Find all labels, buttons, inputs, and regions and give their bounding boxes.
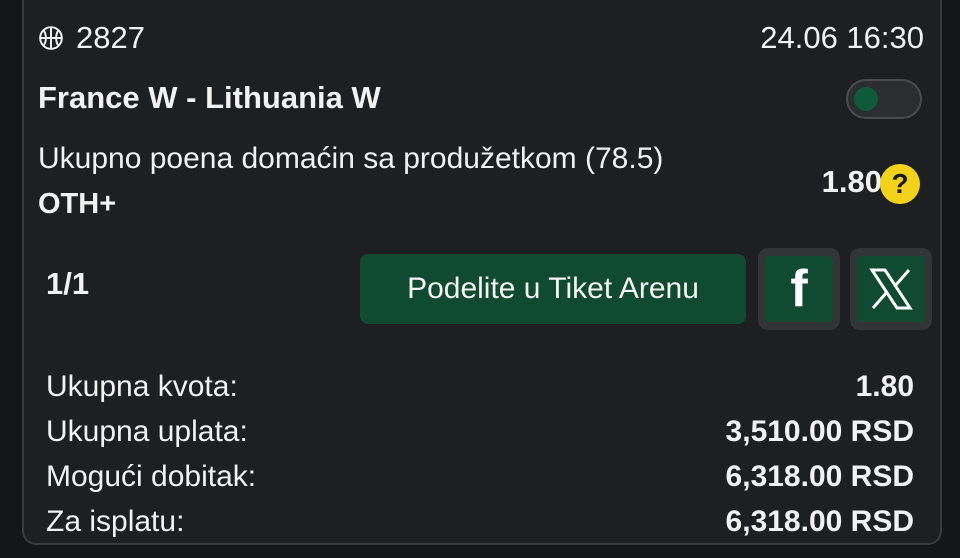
summary-row: Ukupna uplata: 3,510.00 RSD (46, 409, 914, 454)
summary-row: Za isplatu: 6,318.00 RSD (46, 499, 914, 544)
toggle-knob (854, 87, 878, 111)
summary-row: Ukupna kvota: 1.80 (46, 364, 914, 409)
summary-value: 1.80 (855, 370, 914, 403)
summary-value: 6,318.00 RSD (725, 460, 914, 493)
facebook-icon-tile: f (765, 256, 833, 322)
x-share-button[interactable] (850, 248, 932, 330)
summary-label: Za isplatu: (46, 505, 185, 538)
x-logo-icon (869, 268, 913, 310)
summary-value: 6,318.00 RSD (725, 505, 914, 538)
event-id: 2827 (76, 20, 145, 55)
summary-label: Mogući dobitak: (46, 460, 257, 493)
share-tiket-arena-button[interactable]: Podelite u Tiket Arenu (360, 254, 746, 324)
event-datetime: 24.06 16:30 (760, 20, 924, 55)
summary-row: Mogući dobitak: 6,318.00 RSD (46, 454, 914, 499)
basketball-icon (39, 26, 63, 50)
summary-label: Ukupna kvota: (46, 370, 238, 403)
ticket-card: 2827 24.06 16:30 France W - Lithuania W … (22, 0, 942, 545)
x-icon-tile (857, 256, 925, 322)
help-icon[interactable]: ? (880, 164, 920, 204)
facebook-share-button[interactable]: f (758, 248, 840, 330)
summary-table: Ukupna kvota: 1.80 Ukupna uplata: 3,510.… (46, 364, 914, 544)
market-name: Ukupno poena domaćin sa produžetkom (78.… (38, 142, 664, 175)
facebook-icon: f (790, 260, 808, 318)
event-header: 2827 (38, 20, 145, 56)
summary-value: 3,510.00 RSD (725, 415, 914, 448)
ticket-count: 1/1 (46, 266, 90, 301)
toggle-switch[interactable] (846, 79, 922, 119)
pick-label: OTH+ (38, 188, 117, 220)
match-title: France W - Lithuania W (38, 80, 381, 115)
summary-label: Ukupna uplata: (46, 415, 248, 448)
pick-odd: 1.80 (821, 164, 882, 199)
